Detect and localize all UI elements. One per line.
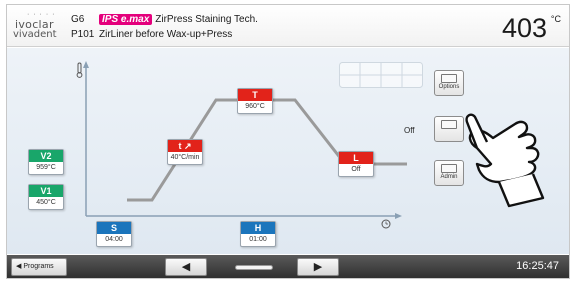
- param-S-label: S: [97, 222, 131, 234]
- mini-grid: [339, 62, 423, 88]
- param-S[interactable]: S 04:00: [96, 221, 132, 247]
- param-H[interactable]: H 01:00: [240, 221, 276, 247]
- param-V2-value: 959°C: [36, 164, 56, 171]
- param-rate[interactable]: t ↗ 40°C/min: [167, 139, 203, 165]
- group-code: G6: [71, 14, 85, 25]
- header-bar: · · · · · ivoclar vivadent G6 IPS e.max Zi…: [7, 5, 569, 47]
- admin-label: Admin: [440, 174, 458, 180]
- page-scroll-indicator[interactable]: [235, 265, 273, 270]
- programs-label: Programs: [23, 263, 54, 270]
- temperature-unit: °C: [550, 14, 561, 24]
- logo-dots: · · · · ·: [27, 11, 56, 18]
- param-rate-label: t ↗: [168, 140, 202, 152]
- hand-pointer-icon: [465, 113, 545, 208]
- param-T-label: T: [238, 89, 272, 101]
- clock-icon: [381, 219, 391, 229]
- options-icon: [441, 74, 457, 83]
- furnace-screen: · · · · · ivoclar vivadent G6 IPS e.max Zi…: [6, 4, 570, 279]
- program-code: P101: [71, 29, 95, 40]
- emax-tag: IPS e.max: [99, 14, 153, 25]
- param-V2-label: V2: [29, 150, 63, 162]
- admin-icon: [441, 164, 457, 173]
- footer-bar: ◀ Programs ◀ ▶ 16:25:47: [7, 255, 569, 278]
- options-button[interactable]: Options: [434, 70, 464, 96]
- param-V1-label: V1: [29, 185, 63, 197]
- param-L-value: Off: [351, 166, 361, 173]
- param-H-value: 01:00: [249, 236, 267, 243]
- toggle-button[interactable]: [434, 116, 464, 142]
- program-row: P101 ZirLiner before Wax-up+Press: [71, 29, 232, 40]
- param-H-label: H: [241, 222, 275, 234]
- admin-button[interactable]: Admin: [434, 160, 464, 186]
- thermometer-icon: [76, 62, 83, 78]
- param-V1-value: 450°C: [36, 199, 56, 206]
- param-T-value: 960°C: [245, 103, 265, 110]
- param-S-value: 04:00: [105, 236, 123, 243]
- param-L-label: L: [339, 152, 373, 164]
- param-rate-value: 40°C/min: [170, 154, 200, 161]
- furnace-temperature: 403: [501, 13, 547, 43]
- options-label: Options: [438, 84, 460, 90]
- param-L[interactable]: L Off: [338, 151, 374, 177]
- forward-button[interactable]: ▶: [297, 258, 339, 276]
- group-name: ZirPress Staining Tech.: [155, 14, 258, 25]
- group-row: G6 IPS e.max ZirPress Staining Tech.: [71, 14, 258, 25]
- param-T[interactable]: T 960°C: [237, 88, 273, 114]
- x-axis-arrow: [395, 213, 402, 219]
- clock-time: 16:25:47: [516, 260, 559, 272]
- y-axis-arrow: [83, 61, 89, 68]
- back-button[interactable]: ◀: [165, 258, 207, 276]
- toggle-icon: [441, 120, 457, 129]
- param-V2[interactable]: V2 959°C: [28, 149, 64, 175]
- program-area: T 960°C t ↗ 40°C/min L Off V2 959°C V1 4…: [7, 48, 569, 254]
- off-status-label: Off: [404, 126, 415, 135]
- param-V1[interactable]: V1 450°C: [28, 184, 64, 210]
- ivoclar-logo: · · · · · ivoclar vivadent: [13, 11, 65, 42]
- logo-line2: vivadent: [13, 29, 57, 40]
- programs-button[interactable]: ◀ Programs: [11, 258, 67, 276]
- program-name: ZirLiner before Wax-up+Press: [99, 29, 233, 40]
